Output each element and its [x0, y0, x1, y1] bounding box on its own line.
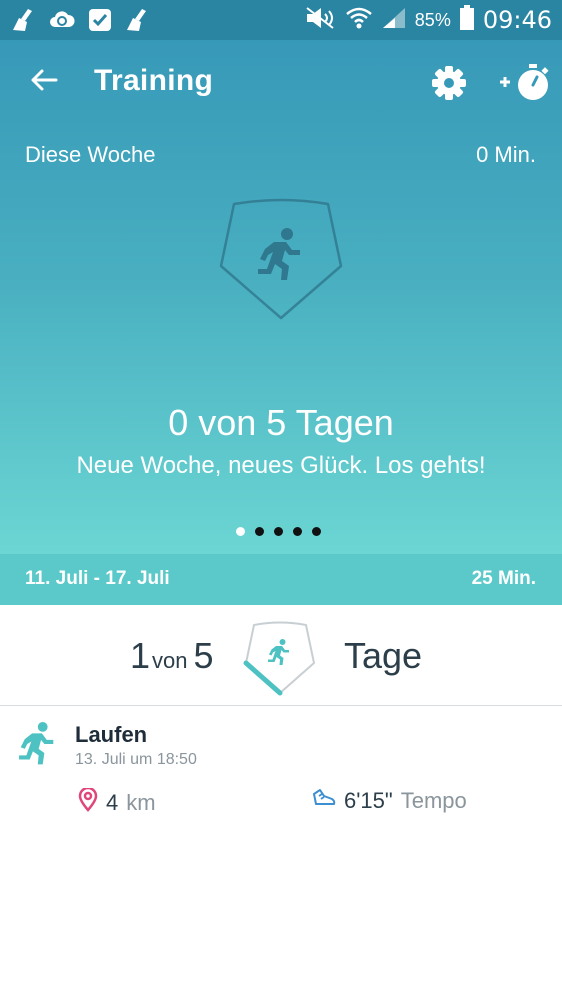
- days-count: 1von 5: [130, 635, 214, 677]
- location-pin-icon: [78, 786, 98, 818]
- clock: 09:46: [482, 6, 552, 34]
- clean-icon: [124, 6, 152, 34]
- wifi-icon: [345, 6, 373, 35]
- pace-value: 6'15": [344, 788, 393, 813]
- week-summary[interactable]: 1von 5 Tage: [0, 605, 562, 705]
- goal-progress-arc: [243, 660, 283, 696]
- system-icons: 85% 09:46: [303, 0, 552, 40]
- add-stopwatch-icon: [496, 64, 554, 110]
- battery-icon: [459, 4, 475, 36]
- cloud-sync-icon: [48, 6, 76, 34]
- page-dot[interactable]: [255, 527, 264, 536]
- back-button[interactable]: [24, 62, 64, 102]
- activity-distance: 4 km: [78, 786, 156, 818]
- motivation-text: Neue Woche, neues Glück. Los gehts!: [76, 452, 486, 479]
- add-exercise-button[interactable]: [496, 58, 554, 106]
- distance-unit: km: [126, 790, 156, 815]
- week-minutes: 25 Min.: [471, 568, 536, 589]
- arrow-left-icon: [30, 68, 58, 97]
- weekly-goal-badge[interactable]: [216, 196, 346, 326]
- shoe-icon: [312, 788, 336, 814]
- check-box-icon: [86, 6, 114, 34]
- activity-datetime: 13. Juli um 18:50: [75, 751, 197, 768]
- activity-item[interactable]: Laufen 13. Juli um 18:50 4 km 6'15" Temp…: [0, 706, 562, 826]
- runner-icon: [268, 639, 289, 665]
- von-label: von: [152, 648, 188, 673]
- activity-name: Laufen: [75, 722, 148, 747]
- clean-icon: [10, 6, 38, 34]
- goal-progress-badge: [240, 619, 320, 699]
- this-week-panel: Training Diese Woche 0 Min. 0 von 5 Tage…: [0, 40, 562, 554]
- page-indicator[interactable]: [236, 527, 321, 536]
- page-title: Training: [94, 64, 214, 97]
- page-dot[interactable]: [274, 527, 283, 536]
- this-week-minutes: 0 Min.: [476, 142, 536, 167]
- activity-pace: 6'15" Tempo: [312, 788, 467, 814]
- app-bar: Training: [0, 40, 562, 126]
- notification-icons: [10, 6, 152, 34]
- gear-icon: [428, 66, 470, 108]
- page-dot[interactable]: [236, 527, 245, 536]
- pace-unit: Tempo: [400, 788, 467, 813]
- settings-button[interactable]: [428, 62, 470, 104]
- this-week-label: Diese Woche: [25, 142, 156, 167]
- status-bar: 85% 09:46: [0, 0, 562, 40]
- battery-percent: 85%: [414, 9, 451, 30]
- runner-icon: [16, 722, 58, 766]
- days-done: 1: [130, 635, 151, 676]
- days-progress: 0 von 5 Tagen: [168, 402, 394, 443]
- distance-value: 4: [106, 790, 119, 815]
- runner-icon: [258, 228, 300, 280]
- signal-icon: [381, 6, 407, 35]
- week-range: 11. Juli - 17. Juli: [25, 568, 170, 589]
- week-header: 11. Juli - 17. Juli 25 Min.: [0, 554, 562, 605]
- page-dot[interactable]: [312, 527, 321, 536]
- days-unit: Tage: [344, 635, 423, 676]
- days-goal: 5: [193, 635, 214, 676]
- mute-icon: [303, 6, 337, 35]
- page-dot[interactable]: [293, 527, 302, 536]
